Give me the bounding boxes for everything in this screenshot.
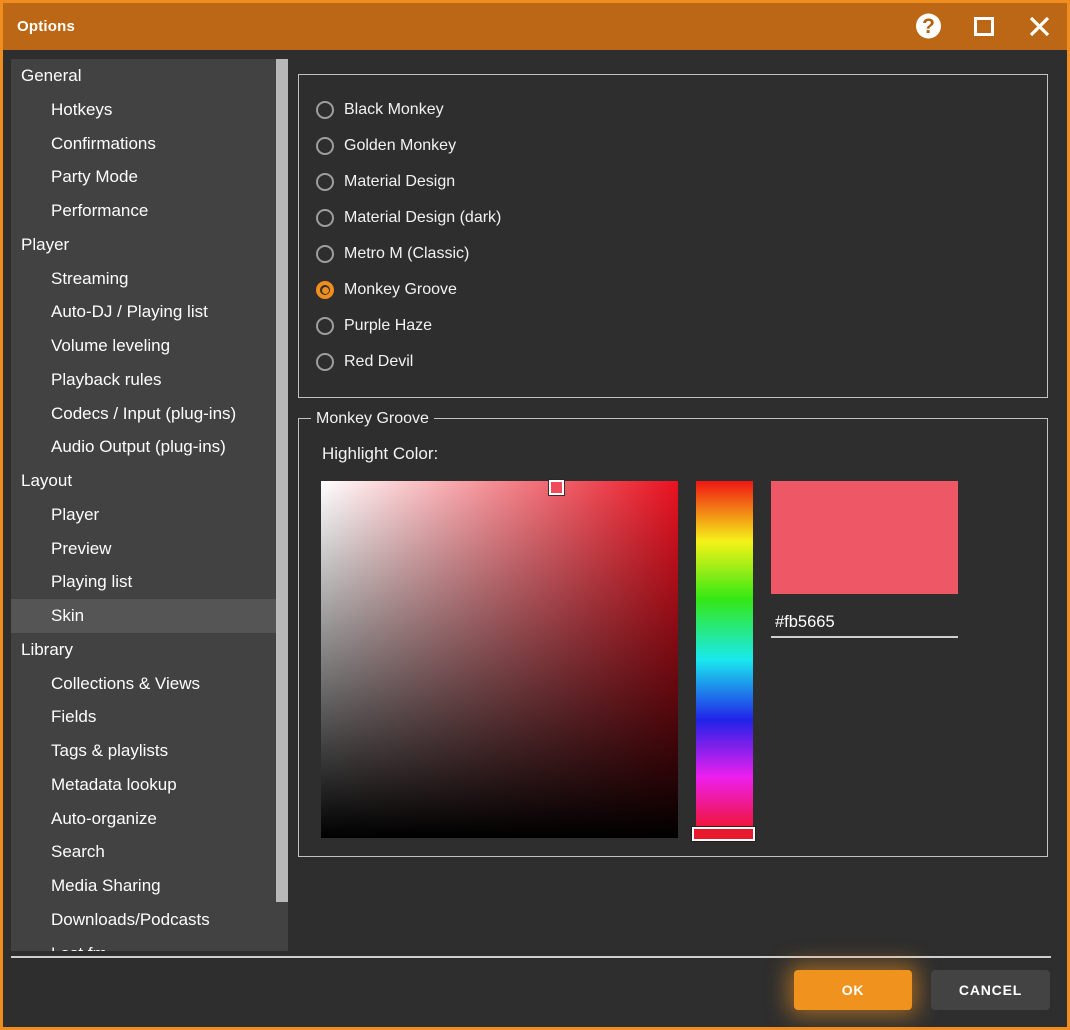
svg-text:?: ? <box>922 15 935 38</box>
